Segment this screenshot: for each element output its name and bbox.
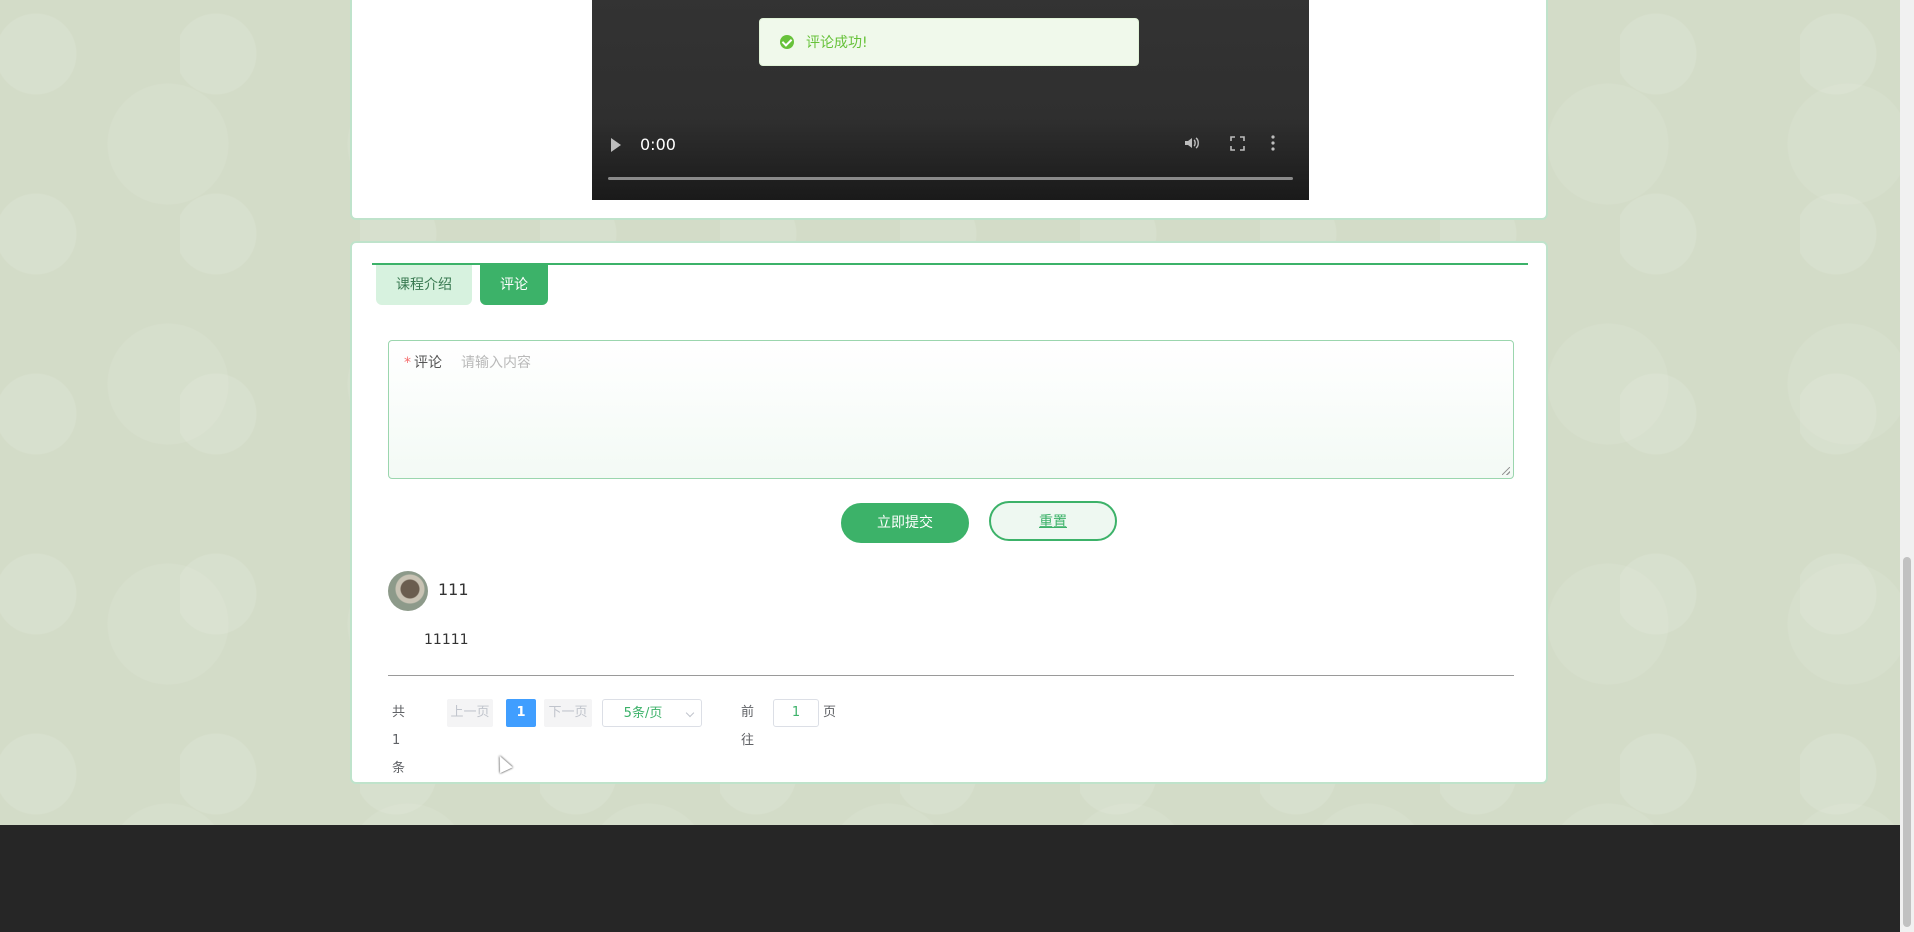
comment-field-label: * 评论 (404, 352, 442, 372)
success-toast: 评论成功! (759, 18, 1139, 66)
avatar (388, 571, 428, 611)
page-number-1[interactable]: 1 (506, 699, 536, 727)
scrollbar-thumb[interactable] (1903, 557, 1911, 927)
comment-username: 111 (438, 580, 469, 599)
time-display: 0:00 (640, 135, 676, 154)
reset-button[interactable]: 重置 (989, 501, 1117, 541)
fullscreen-icon[interactable] (1230, 136, 1245, 151)
submit-button[interactable]: 立即提交 (841, 503, 969, 543)
resize-handle-icon[interactable] (1502, 467, 1510, 475)
comment-form: * 评论 (388, 340, 1514, 479)
comment-content: 11111 (424, 632, 469, 648)
page-size-value: 5条/页 (623, 706, 663, 721)
page-size-select[interactable]: 5条/页 (602, 699, 702, 727)
total-count: 共 1 条 (392, 705, 406, 776)
comment-label-text: 评论 (414, 355, 442, 371)
video-progress-bar[interactable] (608, 177, 1293, 180)
chevron-down-icon (685, 708, 695, 718)
more-options-icon[interactable] (1271, 135, 1275, 151)
toast-message: 评论成功! (806, 35, 868, 51)
comment-panel: 课程介绍 评论 *评论 立即提交 重置 111 11111 共 1 条 上一页 … (350, 241, 1548, 784)
required-mark: * (404, 355, 411, 371)
tab-course-intro[interactable]: 课程介绍 (376, 265, 472, 305)
next-page-button[interactable]: 下一页 (544, 699, 592, 727)
tab-comment[interactable]: 评论 (480, 265, 548, 305)
scrollbar[interactable] (1900, 0, 1914, 932)
page-footer (0, 825, 1900, 932)
goto-page-input[interactable] (773, 699, 819, 727)
play-icon[interactable] (611, 138, 621, 152)
comment-textarea[interactable] (459, 347, 1505, 473)
goto-label: 前往 (741, 705, 755, 748)
volume-icon[interactable] (1184, 135, 1200, 151)
check-circle-icon (780, 35, 794, 49)
prev-page-button[interactable]: 上一页 (447, 699, 493, 727)
comment-divider (388, 675, 1514, 676)
page-unit-label: 页 (823, 705, 837, 720)
